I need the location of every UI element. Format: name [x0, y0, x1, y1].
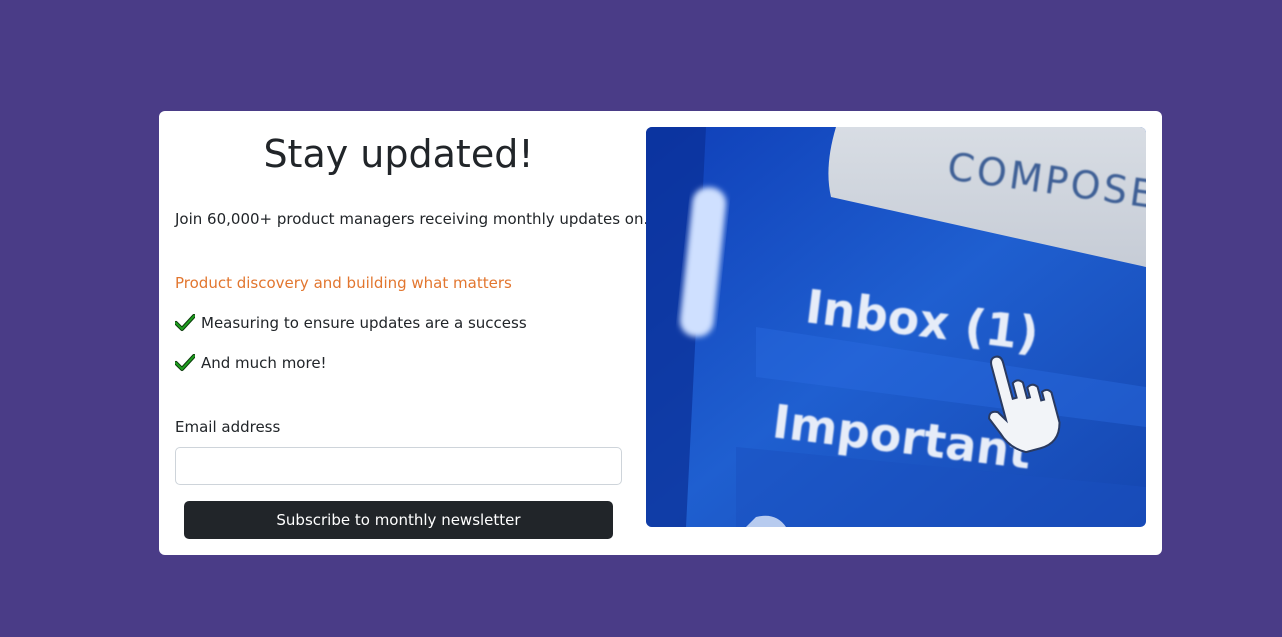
- feature-item-measuring: Measuring to ensure updates are a succes…: [175, 313, 527, 333]
- feature-label: Measuring to ensure updates are a succes…: [201, 314, 527, 332]
- hero-image: COMPOSE Inbox (1) Important: [646, 127, 1146, 527]
- email-label: Email address: [175, 418, 281, 436]
- signup-panel: Stay updated! Join 60,000+ product manag…: [175, 111, 649, 555]
- feature-label: And much more!: [201, 354, 327, 372]
- check-icon: [175, 314, 195, 331]
- subscribe-button[interactable]: Subscribe to monthly newsletter: [184, 501, 613, 539]
- lead-text: Join 60,000+ product managers receiving …: [175, 210, 649, 228]
- check-icon: [175, 354, 195, 371]
- newsletter-card: Stay updated! Join 60,000+ product manag…: [159, 111, 1162, 555]
- page-title: Stay updated!: [263, 132, 534, 176]
- feature-item-more: And much more!: [175, 353, 327, 373]
- email-field[interactable]: [175, 447, 622, 485]
- feature-item-discovery: Product discovery and building what matt…: [175, 274, 512, 292]
- inbox-illustration: COMPOSE Inbox (1) Important: [646, 127, 1146, 527]
